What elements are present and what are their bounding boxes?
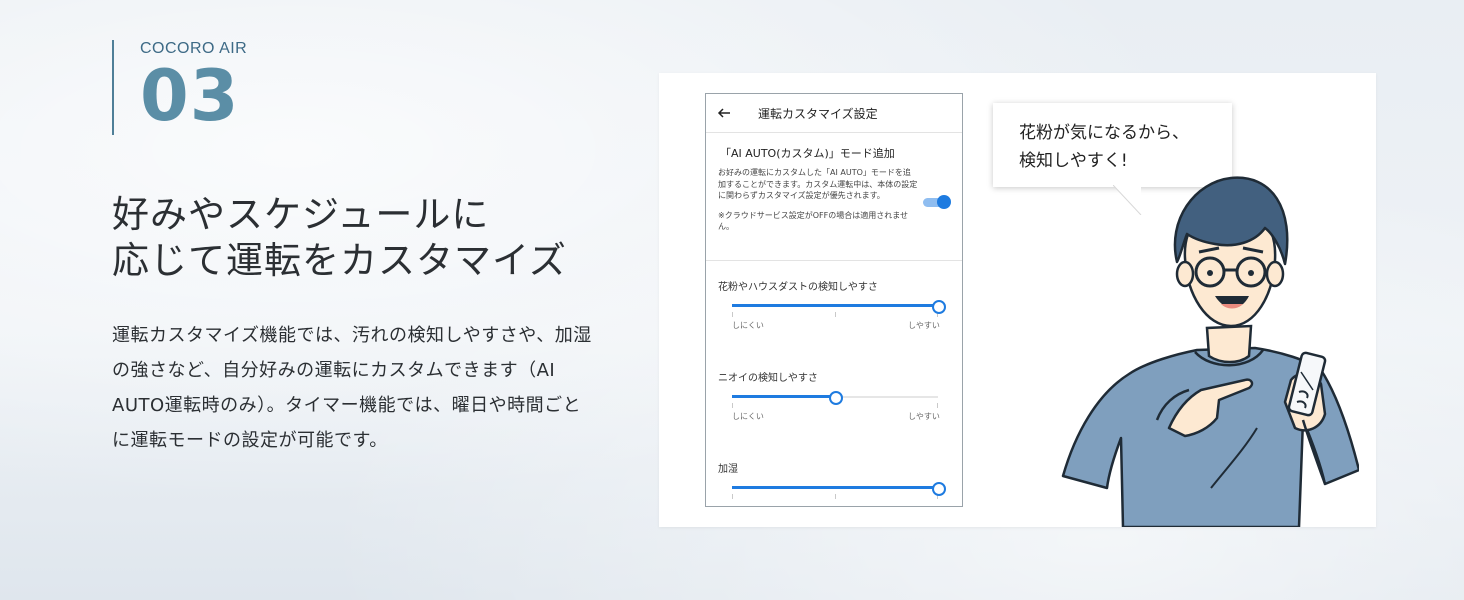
toggle-knob: [937, 195, 951, 209]
feature-number: 03: [140, 55, 240, 137]
slider-tick: [732, 494, 733, 499]
ai-auto-description: お好みの運転にカスタムした「AI AUTO」モードを追加することができます。カス…: [718, 168, 918, 200]
ai-auto-section-title: 「AI AUTO(カスタム)」モード追加: [720, 147, 895, 160]
ai-auto-note: ※クラウドサービス設定がOFFの場合は適用されません。: [718, 210, 908, 232]
slider-knob[interactable]: [932, 300, 946, 314]
app-header-title: 運転カスタマイズ設定: [758, 107, 878, 121]
speech-line-1: 花粉が気になるから、: [1019, 123, 1189, 143]
app-screen: 運転カスタマイズ設定 「AI AUTO(カスタム)」モード追加 お好みの運転にカ…: [705, 93, 963, 507]
slider-label: ニオイの検知しやすさ: [718, 373, 818, 384]
illustration-card: 運転カスタマイズ設定 「AI AUTO(カスタム)」モード追加 お好みの運転にカ…: [659, 73, 1376, 527]
slider-label: 花粉やハウスダストの検知しやすさ: [718, 282, 878, 293]
back-arrow-icon[interactable]: [716, 105, 732, 121]
slider-tick: [937, 403, 938, 408]
slider-tick: [732, 312, 733, 317]
headline: 好みやスケジュールに 応じて運転をカスタマイズ: [112, 192, 567, 284]
slider-tick: [835, 312, 836, 317]
slider-fill: [732, 486, 938, 489]
slider-fill: [732, 304, 938, 307]
slider-min-label: しにくい: [732, 412, 764, 421]
slider-tick: [835, 494, 836, 499]
humidify-slider[interactable]: [732, 482, 946, 506]
slider-min-label: しにくい: [732, 321, 764, 330]
ai-auto-section: 「AI AUTO(カスタム)」モード追加 お好みの運転にカスタムした「AI AU…: [706, 133, 962, 233]
slider-knob[interactable]: [932, 482, 946, 496]
headline-line-1: 好みやスケジュールに: [112, 193, 490, 236]
slider-knob[interactable]: [829, 391, 843, 405]
slider-max-label: しやすい: [908, 321, 940, 330]
slider-label: 加湿: [718, 464, 738, 475]
app-header: 運転カスタマイズ設定: [706, 94, 962, 133]
headline-line-2: 応じて運転をカスタマイズ: [112, 239, 567, 282]
feature-number-block: COCORO AIR 03: [112, 40, 247, 135]
slider-fill: [732, 395, 835, 398]
section-divider: [706, 260, 962, 261]
slider-max-label: しやすい: [908, 412, 940, 421]
person-illustration: [1061, 176, 1359, 527]
ai-auto-toggle[interactable]: [923, 195, 951, 209]
body-text: 運転カスタマイズ機能では、汚れの検知しやすさや、加湿の強さなど、自分好みの運転に…: [112, 325, 592, 451]
slider-tick: [732, 403, 733, 408]
